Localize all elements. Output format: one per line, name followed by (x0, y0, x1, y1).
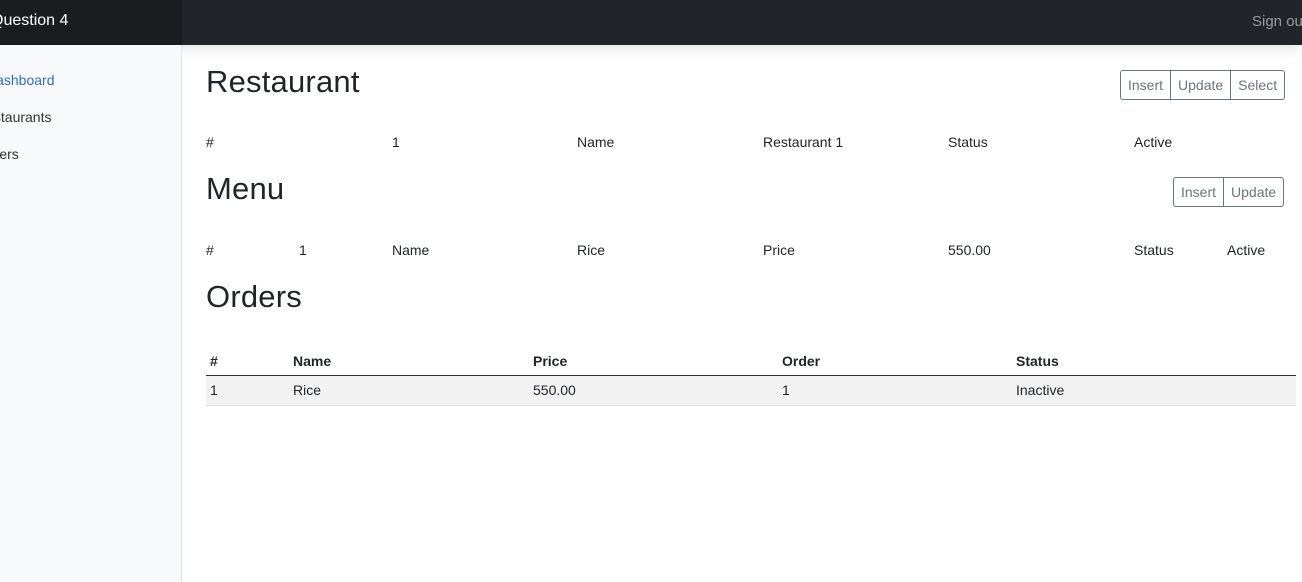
menu-status-value: Active (1227, 242, 1266, 258)
column-header-order: Order (778, 347, 1012, 376)
sidebar-item-restaurants[interactable]: Restaurants (0, 109, 51, 125)
cell-status: Inactive (1012, 375, 1296, 406)
menu-name-label: Name (392, 242, 430, 258)
menu-heading: Menu (206, 171, 285, 206)
sign-out-link[interactable]: Sign out (1252, 13, 1302, 30)
restaurant-button-group: Insert Update Select (1120, 70, 1286, 100)
cell-name: Rice (289, 375, 529, 406)
restaurant-update-button[interactable]: Update (1170, 70, 1232, 100)
menu-update-button[interactable]: Update (1223, 177, 1285, 207)
menu-name-value: Rice (577, 242, 606, 258)
sidebar: Dashboard Restaurants Orders (0, 45, 182, 582)
menu-id-label: # (206, 242, 214, 258)
restaurant-status-label: Status (948, 134, 988, 150)
column-header-name: Name (289, 347, 529, 376)
restaurant-id-label: # (206, 134, 214, 150)
orders-table-header: # Name Price Order Status (206, 347, 1296, 376)
restaurant-heading: Restaurant (206, 64, 360, 99)
cell-order: 1 (778, 375, 1012, 406)
menu-status-label: Status (1134, 242, 1174, 258)
orders-heading: Orders (206, 279, 302, 314)
column-header-status: Status (1012, 347, 1296, 376)
restaurant-select-button[interactable]: Select (1230, 70, 1286, 100)
menu-price-label: Price (763, 242, 795, 258)
sidebar-item-dashboard[interactable]: Dashboard (0, 72, 55, 88)
sidebar-item-orders[interactable]: Orders (0, 146, 19, 162)
cell-price: 550.00 (529, 375, 778, 406)
menu-insert-button[interactable]: Insert (1173, 177, 1225, 207)
cell-id: 1 (206, 375, 289, 406)
restaurant-id-value: 1 (392, 134, 400, 150)
orders-table: # Name Price Order Status 1 Rice 550.00 … (206, 347, 1296, 406)
brand-title[interactable]: Question 4 (0, 12, 68, 30)
menu-id-value: 1 (299, 242, 307, 258)
restaurant-name-label: Name (577, 134, 615, 150)
brand[interactable]: Question 4 (0, 0, 182, 45)
menu-button-group: Insert Update (1173, 177, 1285, 207)
table-row: 1 Rice 550.00 1 Inactive (206, 375, 1296, 406)
menu-price-value: 550.00 (948, 242, 991, 258)
restaurant-name-value: Restaurant 1 (763, 134, 844, 150)
column-header-id: # (206, 347, 289, 376)
restaurant-status-value: Active (1134, 134, 1173, 150)
column-header-price: Price (529, 347, 778, 376)
restaurant-insert-button[interactable]: Insert (1120, 70, 1172, 100)
top-navbar: Question 4 Sign out (0, 0, 1302, 45)
